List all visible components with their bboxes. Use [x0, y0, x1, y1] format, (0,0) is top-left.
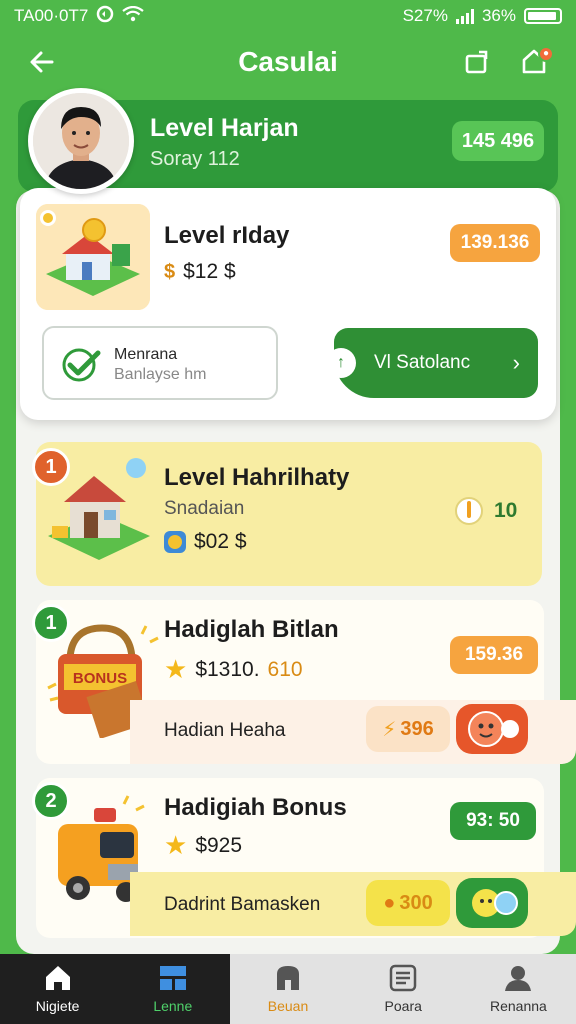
share-icon: [465, 50, 488, 74]
level-points-value: 10: [494, 499, 518, 522]
reward-chip[interactable]: ● 300: [366, 880, 450, 926]
reward-badge: 159.36: [450, 636, 538, 674]
reward-footer-text: Hadian Heaha: [164, 720, 286, 741]
chevron-right-icon: ›: [512, 350, 520, 375]
checkbox-label: Menrana: [114, 346, 178, 363]
battery-icon: [524, 8, 562, 24]
chick-icon: [472, 889, 518, 917]
nav-label: Poara: [384, 998, 422, 1014]
rank-badge: 2: [32, 782, 70, 820]
notification-dot: ●: [538, 46, 554, 62]
reward-badge: 93: 50: [450, 802, 536, 840]
home-icon: [43, 964, 73, 992]
list-icon: [388, 964, 418, 992]
reward-chip-value: 300: [399, 891, 433, 914]
checkbox-sublabel: Banlayse hm: [114, 366, 207, 383]
bag-icon: [273, 964, 303, 992]
smiley-icon: [468, 711, 519, 747]
coin-icon: [164, 531, 186, 553]
status-time: TA00·0T7: [14, 6, 89, 25]
profile-score-badge: 145 496: [452, 121, 544, 161]
level-title: Level Hahrilhaty: [164, 464, 350, 491]
rank-badge: 1: [32, 604, 70, 642]
profile-subtitle: Soray 112: [150, 148, 240, 170]
reward-avatar-chip[interactable]: [456, 878, 528, 928]
nav-item-home[interactable]: Nigiete: [0, 954, 116, 1024]
back-button[interactable]: [22, 44, 62, 80]
rank-badge: 1: [32, 448, 70, 486]
reward-chip-value: 396: [400, 717, 434, 740]
reward-chip[interactable]: ⚡ 396: [366, 706, 450, 752]
level-points: 10: [454, 496, 517, 526]
up-arrow-icon: ↑: [326, 348, 356, 378]
reward-avatar-chip[interactable]: [456, 704, 528, 754]
person-photo: [33, 93, 129, 189]
bottom-nav: Nigiete Lenne Beuan Poara Renanna: [0, 954, 576, 1024]
status-net-text: S27%: [402, 6, 448, 25]
claim-button[interactable]: ↑ Vl Satolanc ›: [326, 328, 538, 398]
sync-icon: [96, 5, 114, 28]
nav-label: Nigiete: [35, 998, 80, 1014]
nav-label: Renanna: [490, 998, 547, 1014]
reward-price-extra: 610: [267, 657, 303, 681]
back-arrow-icon: [30, 51, 54, 73]
star-icon: ★: [164, 830, 188, 860]
level-price-row: $02 $: [164, 530, 247, 554]
profile-title: Level Harjan: [150, 114, 299, 142]
house-illustration: [36, 204, 150, 310]
claim-label: Vl Satolanc: [374, 352, 471, 373]
reward-price-row: ★ $1310. 610: [164, 654, 303, 685]
level-subtitle: Snadaian: [164, 498, 245, 519]
status-bar: TA00·0T7 S27% 36%: [0, 0, 576, 32]
level-price: $02 $: [194, 530, 247, 553]
reward-price: $1310.: [195, 657, 260, 681]
daily-checkbox[interactable]: Menrana Banlayse hm: [42, 326, 278, 400]
nav-item-list[interactable]: Poara: [345, 954, 461, 1024]
wifi-icon: [122, 5, 145, 27]
svg-text:BONUS: BONUS: [73, 670, 127, 687]
coin-stack-icon: $: [164, 260, 176, 283]
nav-label: Lenne: [153, 998, 193, 1014]
daily-badge: 139.136: [450, 224, 540, 262]
battery-percent: 36%: [481, 6, 516, 25]
bolt-icon: ⚡: [382, 718, 397, 741]
person-icon: [503, 964, 533, 992]
daily-price-row: $ $12 $: [164, 260, 236, 284]
nav-item-grid[interactable]: Lenne: [115, 954, 231, 1024]
reward-price-row: ★ $925: [164, 830, 242, 861]
star-icon: ★: [164, 654, 188, 684]
app-bar: Casulai ●: [0, 32, 576, 92]
grid-icon: [158, 964, 188, 992]
check-icon: [62, 348, 101, 382]
avatar[interactable]: [28, 88, 134, 194]
nav-label: Beuan: [267, 998, 309, 1014]
nav-item-profile[interactable]: Renanna: [460, 954, 576, 1024]
candy-icon: ●: [383, 891, 396, 914]
daily-title: Level rIday: [164, 222, 290, 249]
notification-button[interactable]: ●: [514, 44, 554, 80]
signal-icon: [455, 8, 474, 24]
daily-price: $12 $: [183, 260, 236, 283]
reward-footer-text: Dadrint Bamasken: [164, 894, 321, 915]
reward-title: Hadiglah Bitlan: [164, 616, 339, 643]
app-title: Casulai: [238, 46, 338, 77]
reward-title: Hadigiah Bonus: [164, 794, 347, 821]
reward-price: $925: [195, 833, 243, 857]
lightbulb-icon: [455, 497, 483, 525]
share-button[interactable]: [456, 44, 496, 80]
nav-item-bag[interactable]: Beuan: [230, 954, 346, 1024]
